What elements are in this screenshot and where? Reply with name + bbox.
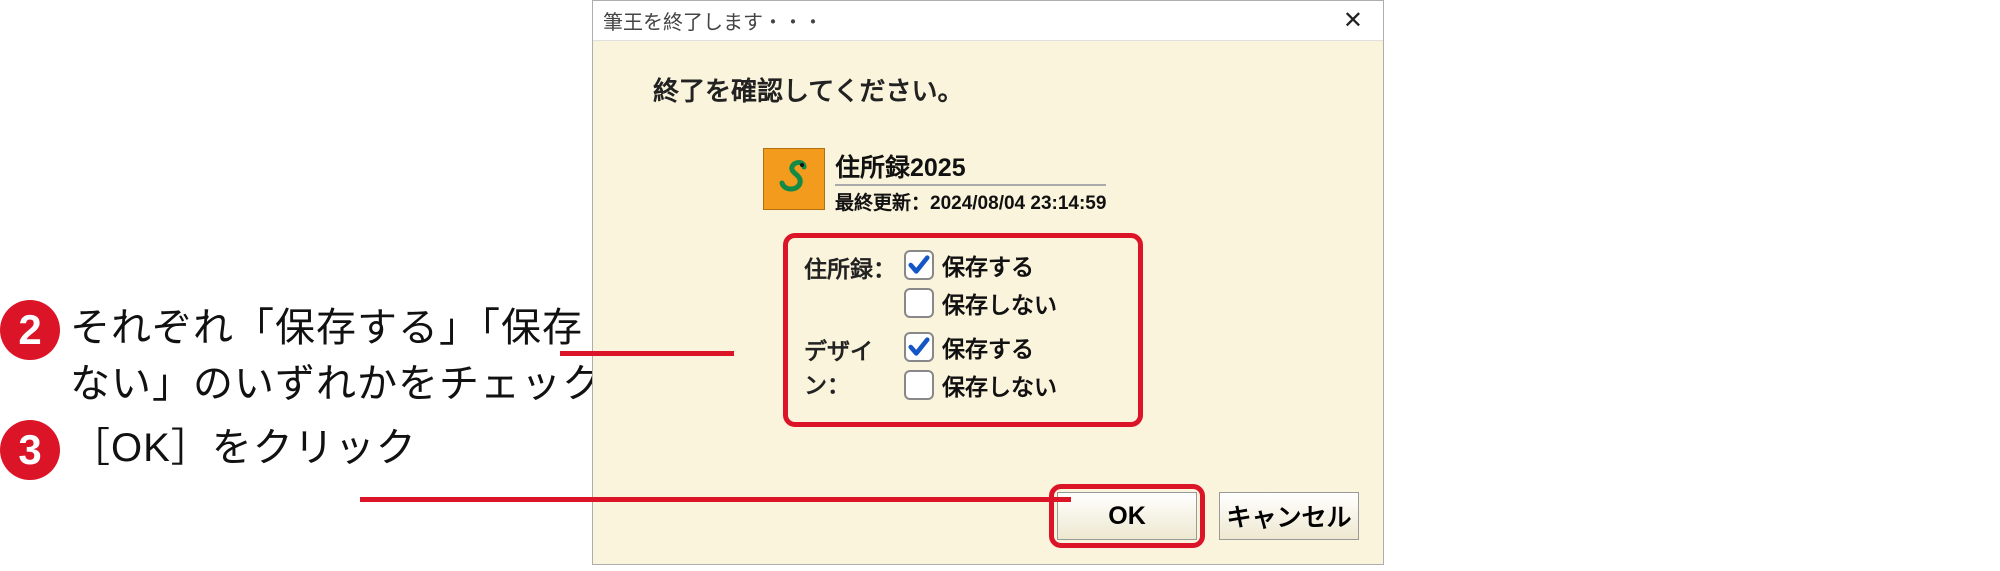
checkbox-icon: [904, 288, 934, 318]
close-icon[interactable]: ✕: [1333, 4, 1373, 37]
instruction-step-3: 3 ［OK］をクリック: [0, 420, 624, 480]
step-badge-2: 2: [0, 300, 60, 360]
file-meta: 最終更新：2024/08/04 23:14:59: [835, 188, 1106, 215]
confirm-heading: 終了を確認してください。: [653, 71, 1323, 108]
file-meta-label: 最終更新：: [835, 193, 930, 214]
dialog-body: 終了を確認してください。 住所録2025 最終更新：2024/08/04 23:…: [593, 41, 1383, 564]
dialog-titlebar: 筆王を終了します・・・ ✕: [593, 1, 1383, 41]
instruction-panel: 2 それぞれ「保存する」「保存し ない」のいずれかをチェック 3 ［OK］をクリ…: [0, 300, 624, 488]
save-options-group: 住所録： 保存する 保存しない: [783, 233, 1143, 427]
choice-label: 保存しない: [942, 286, 1057, 320]
option-group-design: デザイン： 保存する 保存しない: [804, 330, 1122, 406]
file-texts: 住所録2025 最終更新：2024/08/04 23:14:59: [835, 148, 1106, 215]
file-info-block: 住所録2025 最終更新：2024/08/04 23:14:59: [763, 148, 1323, 215]
step-badge-3: 3: [0, 420, 60, 480]
dialog-button-bar: OK キャンセル: [1049, 484, 1359, 548]
checkbox-icon: [904, 332, 934, 362]
checkbox-icon: [904, 370, 934, 400]
dialog-title: 筆王を終了します・・・: [603, 6, 1333, 35]
option-choices-design: 保存する 保存しない: [904, 330, 1057, 406]
option-choices-address: 保存する 保存しない: [904, 248, 1057, 324]
choice-label: 保存する: [942, 248, 1034, 282]
choice-address-save[interactable]: 保存する: [904, 248, 1057, 282]
choice-label: 保存しない: [942, 368, 1057, 402]
step-text-3: ［OK］をクリック: [70, 420, 417, 476]
ok-button-highlight: OK: [1049, 484, 1205, 548]
choice-address-nosave[interactable]: 保存しない: [904, 286, 1057, 320]
exit-dialog: 筆王を終了します・・・ ✕ 終了を確認してください。 住所録2025 最終更新：…: [592, 0, 1384, 565]
file-meta-value: 2024/08/04 23:14:59: [930, 193, 1106, 214]
ok-button[interactable]: OK: [1057, 492, 1197, 540]
option-label-design: デザイン：: [804, 330, 904, 400]
callout-line-to-options: [560, 351, 734, 356]
option-group-address: 住所録： 保存する 保存しない: [804, 248, 1122, 324]
file-snake-icon: [763, 148, 825, 210]
choice-label: 保存する: [942, 330, 1034, 364]
choice-design-save[interactable]: 保存する: [904, 330, 1057, 364]
cancel-button[interactable]: キャンセル: [1219, 492, 1359, 540]
file-name: 住所録2025: [835, 148, 1106, 186]
step-text-2: それぞれ「保存する」「保存し ない」のいずれかをチェック: [70, 300, 624, 412]
instruction-step-2: 2 それぞれ「保存する」「保存し ない」のいずれかをチェック: [0, 300, 624, 412]
option-label-address: 住所録：: [804, 248, 904, 284]
checkbox-icon: [904, 250, 934, 280]
choice-design-nosave[interactable]: 保存しない: [904, 368, 1057, 402]
callout-line-to-ok: [360, 497, 1071, 502]
